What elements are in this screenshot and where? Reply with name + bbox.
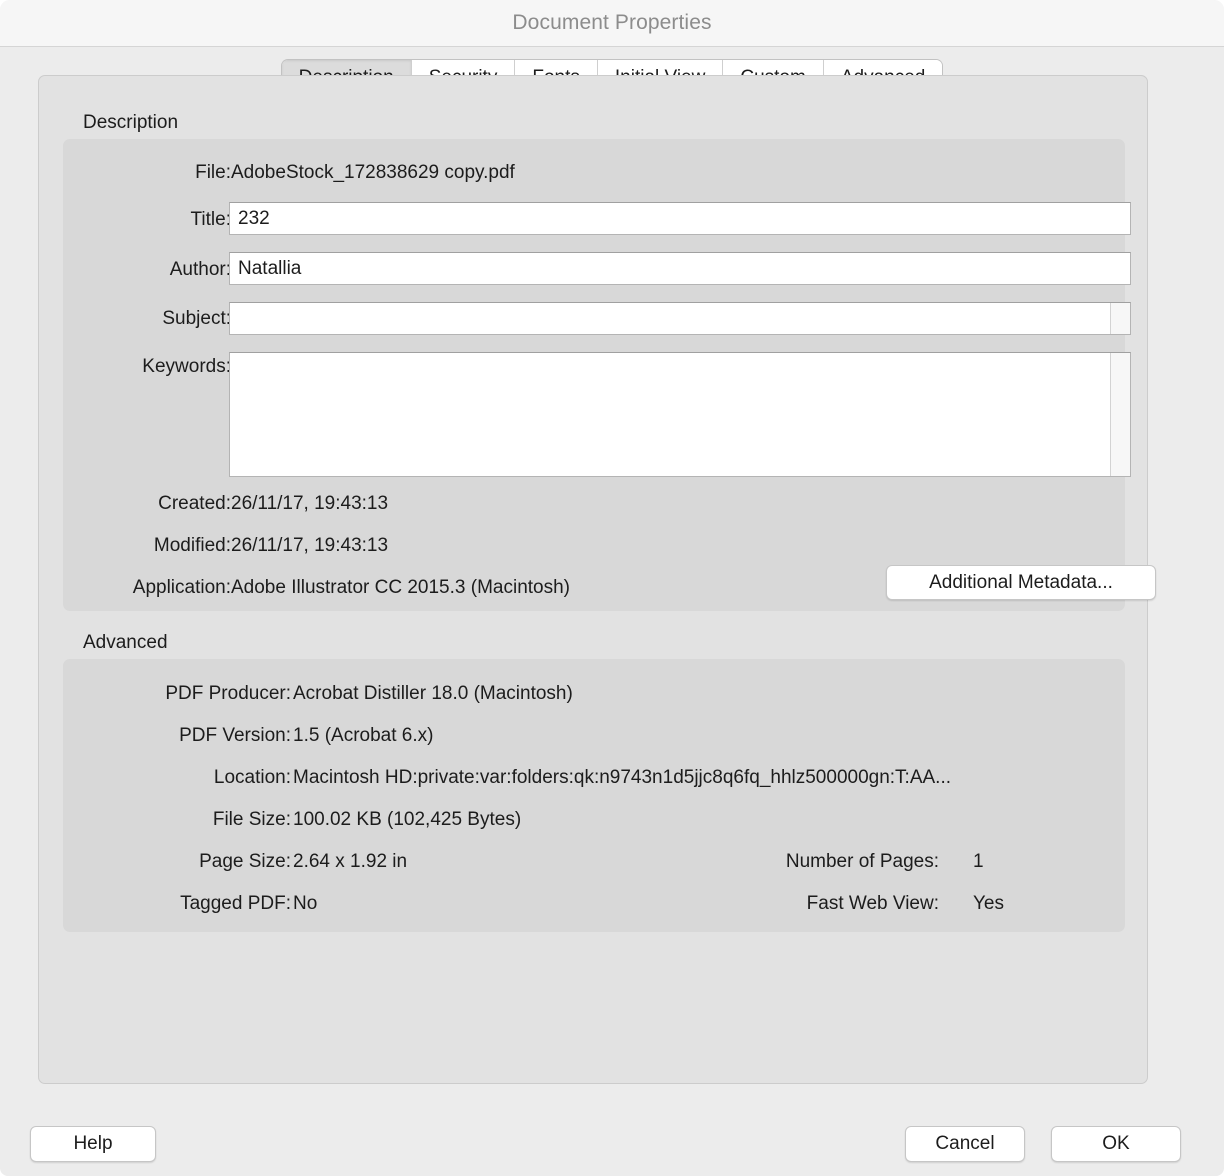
description-group-label: Description <box>83 112 179 133</box>
file-size-value: 100.02 KB (102,425 Bytes) <box>293 809 522 830</box>
author-input[interactable] <box>229 252 1131 285</box>
file-label: File: <box>195 162 231 183</box>
modified-value: 26/11/17, 19:43:13 <box>231 535 389 556</box>
created-value: 26/11/17, 19:43:13 <box>231 493 389 514</box>
file-size-label: File Size: <box>212 809 291 830</box>
fast-web-view-value: Yes <box>973 893 1004 914</box>
window-title: Document Properties <box>512 11 712 34</box>
pdf-version-label: PDF Version: <box>179 725 291 746</box>
titlebar: Document Properties <box>0 0 1224 47</box>
pdf-version-value: 1.5 (Acrobat 6.x) <box>293 725 434 746</box>
keywords-scrollbar[interactable] <box>1110 353 1130 476</box>
subject-input[interactable] <box>229 302 1131 335</box>
application-label: Application: <box>132 577 231 598</box>
page-size-label: Page Size: <box>199 851 291 872</box>
cancel-button[interactable]: Cancel <box>905 1126 1025 1162</box>
title-input[interactable] <box>229 202 1131 235</box>
document-properties-dialog: Document Properties Description Security… <box>0 0 1224 1176</box>
additional-metadata-button[interactable]: Additional Metadata... <box>886 565 1156 600</box>
tagged-pdf-value: No <box>293 893 318 914</box>
tab-content-panel: Description File: AdobeStock_172838629 c… <box>38 75 1156 1084</box>
subject-label: Subject: <box>162 308 231 329</box>
file-value: AdobeStock_172838629 copy.pdf <box>231 162 515 183</box>
keywords-label: Keywords: <box>142 356 231 377</box>
number-of-pages-label: Number of Pages: <box>785 851 939 872</box>
ok-button[interactable]: OK <box>1051 1126 1181 1162</box>
fast-web-view-label: Fast Web View: <box>806 893 939 914</box>
location-label: Location: <box>213 767 291 788</box>
page-size-value: 2.64 x 1.92 in <box>293 851 408 872</box>
modified-label: Modified: <box>153 535 231 556</box>
location-value: Macintosh HD:private:var:folders:qk:n974… <box>293 767 952 788</box>
tagged-pdf-label: Tagged PDF: <box>180 893 291 914</box>
subject-scrollbar[interactable] <box>1110 303 1130 334</box>
application-value: Adobe Illustrator CC 2015.3 (Macintosh) <box>231 577 570 598</box>
pdf-producer-label: PDF Producer: <box>165 683 291 704</box>
advanced-group-label: Advanced <box>83 632 168 653</box>
help-button[interactable]: Help <box>30 1126 156 1162</box>
title-label: Title: <box>190 209 231 230</box>
author-label: Author: <box>169 259 231 280</box>
created-label: Created: <box>158 493 231 514</box>
number-of-pages-value: 1 <box>973 851 984 872</box>
keywords-textarea[interactable] <box>229 352 1131 477</box>
pdf-producer-value: Acrobat Distiller 18.0 (Macintosh) <box>293 683 573 704</box>
